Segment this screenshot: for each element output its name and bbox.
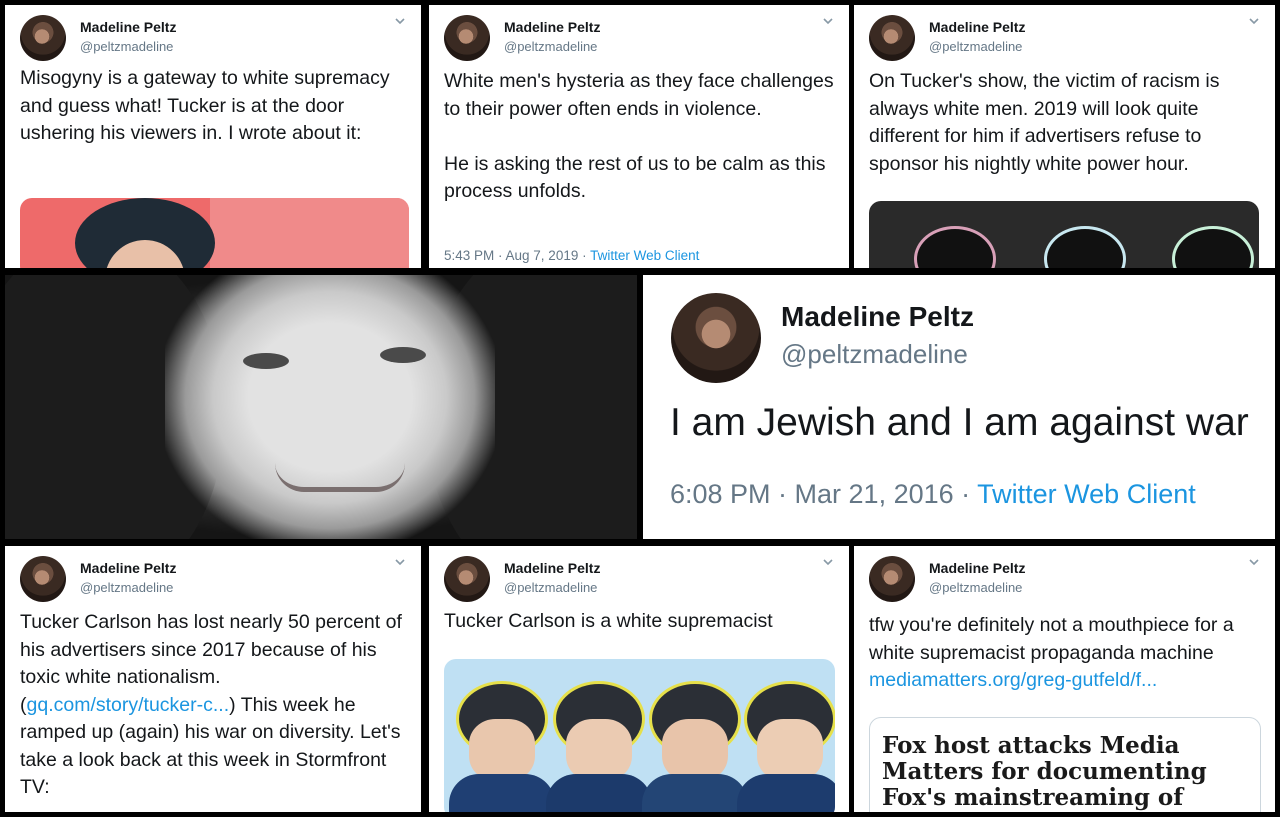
tweet-text: tfw you're definitely not a mouthpiece f… [869, 612, 1263, 695]
chevron-down-icon[interactable] [1248, 15, 1260, 27]
tweet-text: Misogyny is a gateway to white supremacy… [20, 67, 395, 144]
profile-photo [5, 275, 637, 539]
tweet-header: Madeline Peltz @peltzmadeline [20, 556, 406, 604]
author-name[interactable]: Madeline Peltz [80, 19, 176, 35]
tweet-timestamp: 6:08 PM · Mar 21, 2016 · Twitter Web Cli… [670, 479, 1196, 510]
tweet-card-misogyny[interactable]: Madeline Peltz @peltzmadeline Misogyny i… [5, 5, 421, 268]
avatar[interactable] [20, 556, 66, 602]
tweet-text: I am Jewish and I am against war [670, 401, 1249, 444]
article-preview-image[interactable] [20, 198, 409, 268]
tweet-card-advertisers[interactable]: Madeline Peltz @peltzmadeline Tucker Car… [5, 546, 421, 812]
article-headline: Fox host attacks Media Matters for docum… [882, 732, 1207, 813]
client-link[interactable]: Twitter Web Client [590, 248, 699, 263]
tweet-card-victim[interactable]: Madeline Peltz @peltzmadeline On Tucker'… [854, 5, 1275, 268]
tweet-header: Madeline Peltz @peltzmadeline [869, 15, 1260, 63]
tweet-card-gutfeld[interactable]: Madeline Peltz @peltzmadeline tfw you're… [854, 546, 1275, 812]
tweet-text-main: tfw you're definitely not a mouthpiece f… [869, 614, 1240, 664]
tweet-text: Tucker Carlson is a white supremacist [444, 610, 773, 632]
tweet-header: Madeline Peltz @peltzmadeline [671, 293, 1255, 389]
author-name[interactable]: Madeline Peltz [781, 301, 974, 333]
client-link[interactable]: Twitter Web Client [977, 479, 1196, 509]
tweet-header: Madeline Peltz @peltzmadeline [444, 15, 834, 63]
tweet-media-image[interactable] [869, 201, 1259, 268]
tweet-text: White men's hysteria as they face challe… [444, 70, 834, 202]
chevron-down-icon[interactable] [822, 556, 834, 568]
tweet-card-supremacist[interactable]: Madeline Peltz @peltzmadeline Tucker Car… [429, 546, 849, 812]
tweet-header: Madeline Peltz @peltzmadeline [20, 15, 406, 63]
article-link[interactable]: mediamatters.org/greg-gutfeld/f... [869, 669, 1157, 691]
author-handle[interactable]: @peltzmadeline [929, 39, 1022, 54]
tweet-card-jewish[interactable]: Madeline Peltz @peltzmadeline I am Jewis… [643, 275, 1275, 539]
author-handle[interactable]: @peltzmadeline [80, 580, 173, 595]
avatar[interactable] [20, 15, 66, 61]
author-handle[interactable]: @peltzmadeline [504, 39, 597, 54]
author-name[interactable]: Madeline Peltz [929, 560, 1025, 576]
avatar[interactable] [444, 556, 490, 602]
author-name[interactable]: Madeline Peltz [504, 19, 600, 35]
tweet-timestamp: 5:43 PM · Aug 7, 2019 · Twitter Web Clie… [444, 248, 699, 263]
chevron-down-icon[interactable] [394, 15, 406, 27]
author-handle[interactable]: @peltzmadeline [781, 339, 968, 370]
chevron-down-icon[interactable] [822, 15, 834, 27]
tweet-header: Madeline Peltz @peltzmadeline [869, 556, 1260, 604]
timestamp-text[interactable]: 6:08 PM · Mar 21, 2016 · [670, 479, 977, 509]
author-name[interactable]: Madeline Peltz [504, 560, 600, 576]
tweet-text: On Tucker's show, the victim of racism i… [869, 70, 1225, 175]
chevron-down-icon[interactable] [1248, 556, 1260, 568]
chevron-down-icon[interactable] [394, 556, 406, 568]
author-name[interactable]: Madeline Peltz [80, 560, 176, 576]
avatar[interactable] [869, 556, 915, 602]
avatar[interactable] [671, 293, 761, 383]
tweet-card-hysteria[interactable]: Madeline Peltz @peltzmadeline White men'… [429, 5, 849, 268]
tweet-media-image[interactable] [444, 659, 835, 812]
author-handle[interactable]: @peltzmadeline [929, 580, 1022, 595]
author-handle[interactable]: @peltzmadeline [504, 580, 597, 595]
author-handle[interactable]: @peltzmadeline [80, 39, 173, 54]
tweet-text: Tucker Carlson has lost nearly 50 percen… [20, 609, 409, 802]
timestamp-text[interactable]: 5:43 PM · Aug 7, 2019 · [444, 248, 590, 263]
tweet-header: Madeline Peltz @peltzmadeline [444, 556, 834, 604]
avatar[interactable] [444, 15, 490, 61]
article-link[interactable]: gq.com/story/tucker-c... [27, 694, 230, 716]
article-preview-card[interactable]: Fox host attacks Media Matters for docum… [869, 717, 1261, 812]
author-name[interactable]: Madeline Peltz [929, 19, 1025, 35]
avatar[interactable] [869, 15, 915, 61]
